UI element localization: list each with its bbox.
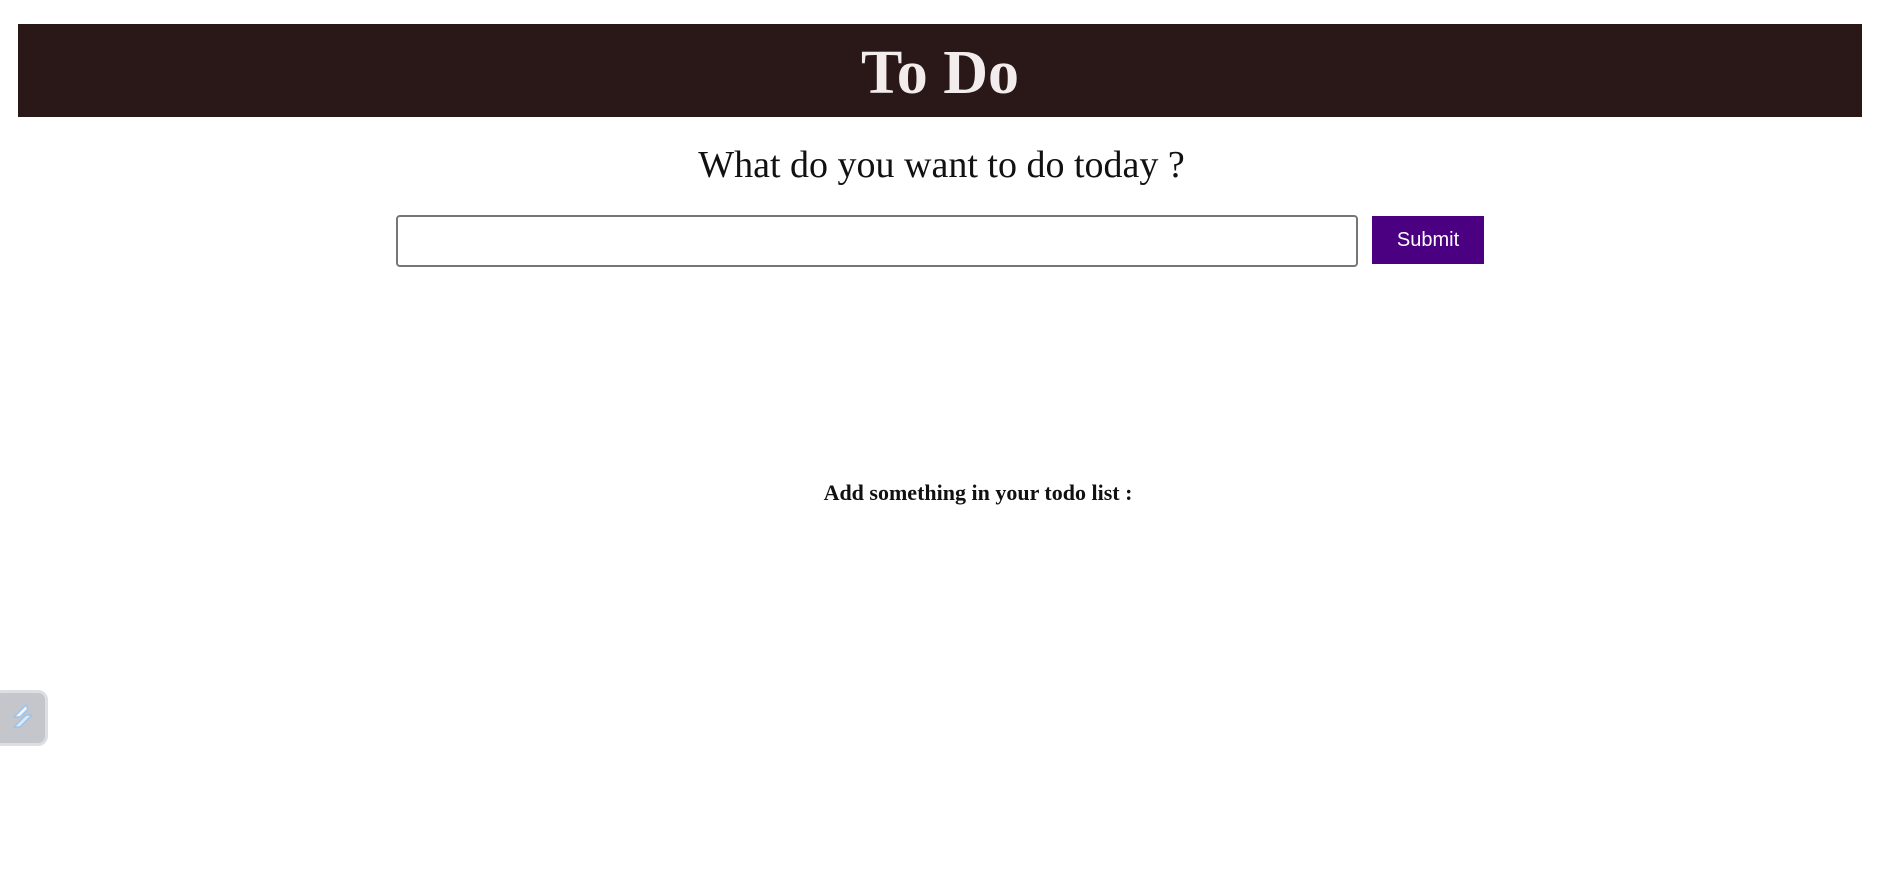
- todo-input[interactable]: [396, 215, 1358, 267]
- app-header: To Do: [18, 24, 1862, 117]
- floating-extension-button[interactable]: [0, 690, 48, 746]
- todo-prompt: What do you want to do today ?: [698, 144, 1185, 186]
- empty-list-message: Add something in your todo list :: [823, 480, 1133, 505]
- extension-tool-icon: [13, 704, 33, 728]
- submit-button[interactable]: Submit: [1372, 216, 1484, 264]
- app-title: To Do: [861, 38, 1019, 107]
